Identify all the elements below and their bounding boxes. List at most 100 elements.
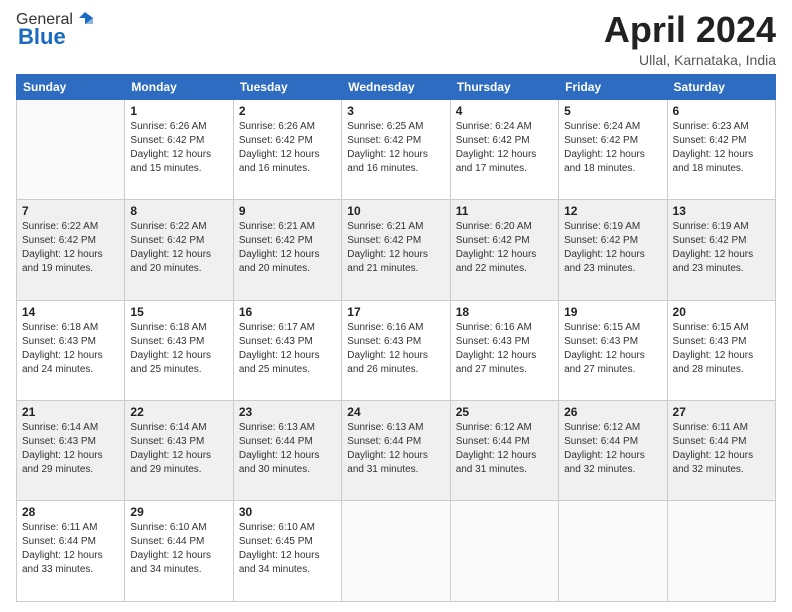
day-info: Sunrise: 6:12 AM Sunset: 6:44 PM Dayligh… (564, 421, 661, 477)
day-info: Sunrise: 6:16 AM Sunset: 6:43 PM Dayligh… (347, 321, 444, 377)
calendar-cell (17, 99, 125, 199)
day-info: Sunrise: 6:15 AM Sunset: 6:43 PM Dayligh… (564, 321, 661, 377)
day-number: 1 (130, 104, 227, 118)
calendar-cell: 15 Sunrise: 6:18 AM Sunset: 6:43 PM Dayli… (125, 300, 233, 400)
day-info: Sunrise: 6:11 AM Sunset: 6:44 PM Dayligh… (22, 521, 119, 577)
day-info: Sunrise: 6:13 AM Sunset: 6:44 PM Dayligh… (347, 421, 444, 477)
day-of-week-header: Wednesday (342, 74, 450, 99)
calendar-cell: 28 Sunrise: 6:11 AM Sunset: 6:44 PM Dayli… (17, 501, 125, 602)
day-of-week-header: Saturday (667, 74, 775, 99)
calendar-cell: 29 Sunrise: 6:10 AM Sunset: 6:44 PM Dayli… (125, 501, 233, 602)
day-info: Sunrise: 6:18 AM Sunset: 6:43 PM Dayligh… (22, 321, 119, 377)
day-number: 8 (130, 204, 227, 218)
day-number: 24 (347, 405, 444, 419)
calendar-cell: 14Sunrise: 6:18 AM Sunset: 6:43 PM Dayli… (17, 300, 125, 400)
day-of-week-header: Tuesday (233, 74, 341, 99)
day-info: Sunrise: 6:16 AM Sunset: 6:43 PM Dayligh… (456, 321, 553, 377)
calendar-cell: 27 Sunrise: 6:11 AM Sunset: 6:44 PM Dayli… (667, 401, 775, 501)
calendar-cell: 4 Sunrise: 6:24 AM Sunset: 6:42 PM Daylig… (450, 99, 558, 199)
month-title: April 2024 (604, 10, 776, 50)
logo-blue-text: Blue (18, 24, 66, 50)
calendar-cell: 6Sunrise: 6:23 AM Sunset: 6:42 PM Daylig… (667, 99, 775, 199)
day-info: Sunrise: 6:21 AM Sunset: 6:42 PM Dayligh… (347, 220, 444, 276)
day-info: Sunrise: 6:19 AM Sunset: 6:42 PM Dayligh… (564, 220, 661, 276)
day-number: 13 (673, 204, 770, 218)
day-number: 16 (239, 305, 336, 319)
logo-flag-icon (75, 10, 95, 30)
calendar-cell: 9 Sunrise: 6:21 AM Sunset: 6:42 PM Daylig… (233, 200, 341, 300)
calendar-cell: 10Sunrise: 6:21 AM Sunset: 6:42 PM Dayli… (342, 200, 450, 300)
calendar-cell: 22Sunrise: 6:14 AM Sunset: 6:43 PM Dayli… (125, 401, 233, 501)
day-number: 30 (239, 505, 336, 519)
day-number: 25 (456, 405, 553, 419)
day-number: 19 (564, 305, 661, 319)
calendar-week-row: 28 Sunrise: 6:11 AM Sunset: 6:44 PM Dayli… (17, 501, 776, 602)
day-number: 2 (239, 104, 336, 118)
calendar-cell (559, 501, 667, 602)
day-info: Sunrise: 6:23 AM Sunset: 6:42 PM Dayligh… (673, 120, 770, 176)
day-number: 21 (22, 405, 119, 419)
day-of-week-header: Sunday (17, 74, 125, 99)
day-info: Sunrise: 6:19 AM Sunset: 6:42 PM Dayligh… (673, 220, 770, 276)
day-number: 3 (347, 104, 444, 118)
calendar-cell: 12Sunrise: 6:19 AM Sunset: 6:42 PM Dayli… (559, 200, 667, 300)
day-info: Sunrise: 6:20 AM Sunset: 6:42 PM Dayligh… (456, 220, 553, 276)
calendar-week-row: 21 Sunrise: 6:14 AM Sunset: 6:43 PM Dayli… (17, 401, 776, 501)
calendar-cell: 13 Sunrise: 6:19 AM Sunset: 6:42 PM Dayli… (667, 200, 775, 300)
day-info: Sunrise: 6:18 AM Sunset: 6:43 PM Dayligh… (130, 321, 227, 377)
calendar-header-row: SundayMondayTuesdayWednesdayThursdayFrid… (17, 74, 776, 99)
day-number: 15 (130, 305, 227, 319)
calendar-cell: 11 Sunrise: 6:20 AM Sunset: 6:42 PM Dayli… (450, 200, 558, 300)
day-info: Sunrise: 6:17 AM Sunset: 6:43 PM Dayligh… (239, 321, 336, 377)
calendar-week-row: 7 Sunrise: 6:22 AM Sunset: 6:42 PM Daylig… (17, 200, 776, 300)
day-info: Sunrise: 6:22 AM Sunset: 6:42 PM Dayligh… (130, 220, 227, 276)
calendar-cell: 17 Sunrise: 6:16 AM Sunset: 6:43 PM Dayli… (342, 300, 450, 400)
calendar-cell: 23Sunrise: 6:13 AM Sunset: 6:44 PM Dayli… (233, 401, 341, 501)
logo: General Blue (16, 10, 95, 50)
day-number: 7 (22, 204, 119, 218)
calendar-cell: 3 Sunrise: 6:25 AM Sunset: 6:42 PM Daylig… (342, 99, 450, 199)
day-of-week-header: Friday (559, 74, 667, 99)
day-info: Sunrise: 6:10 AM Sunset: 6:45 PM Dayligh… (239, 521, 336, 577)
calendar-cell: 7 Sunrise: 6:22 AM Sunset: 6:42 PM Daylig… (17, 200, 125, 300)
day-number: 9 (239, 204, 336, 218)
day-number: 11 (456, 204, 553, 218)
day-number: 28 (22, 505, 119, 519)
day-number: 27 (673, 405, 770, 419)
calendar-cell: 18 Sunrise: 6:16 AM Sunset: 6:43 PM Dayli… (450, 300, 558, 400)
day-info: Sunrise: 6:26 AM Sunset: 6:42 PM Dayligh… (130, 120, 227, 176)
calendar-cell (450, 501, 558, 602)
calendar-cell (667, 501, 775, 602)
day-info: Sunrise: 6:22 AM Sunset: 6:42 PM Dayligh… (22, 220, 119, 276)
day-info: Sunrise: 6:24 AM Sunset: 6:42 PM Dayligh… (456, 120, 553, 176)
location: Ullal, Karnataka, India (604, 52, 776, 68)
day-info: Sunrise: 6:12 AM Sunset: 6:44 PM Dayligh… (456, 421, 553, 477)
day-of-week-header: Monday (125, 74, 233, 99)
day-number: 17 (347, 305, 444, 319)
calendar-week-row: 14Sunrise: 6:18 AM Sunset: 6:43 PM Dayli… (17, 300, 776, 400)
calendar-cell: 30 Sunrise: 6:10 AM Sunset: 6:45 PM Dayli… (233, 501, 341, 602)
calendar-cell: 26 Sunrise: 6:12 AM Sunset: 6:44 PM Dayli… (559, 401, 667, 501)
day-info: Sunrise: 6:14 AM Sunset: 6:43 PM Dayligh… (22, 421, 119, 477)
day-info: Sunrise: 6:10 AM Sunset: 6:44 PM Dayligh… (130, 521, 227, 577)
calendar-cell: 1 Sunrise: 6:26 AM Sunset: 6:42 PM Daylig… (125, 99, 233, 199)
day-number: 4 (456, 104, 553, 118)
day-info: Sunrise: 6:25 AM Sunset: 6:42 PM Dayligh… (347, 120, 444, 176)
day-number: 29 (130, 505, 227, 519)
page: General Blue April 2024 Ullal, Karnataka… (0, 0, 792, 612)
day-number: 26 (564, 405, 661, 419)
calendar-cell: 5Sunrise: 6:24 AM Sunset: 6:42 PM Daylig… (559, 99, 667, 199)
calendar-cell: 20Sunrise: 6:15 AM Sunset: 6:43 PM Dayli… (667, 300, 775, 400)
calendar-cell: 8 Sunrise: 6:22 AM Sunset: 6:42 PM Daylig… (125, 200, 233, 300)
day-of-week-header: Thursday (450, 74, 558, 99)
calendar-table: SundayMondayTuesdayWednesdayThursdayFrid… (16, 74, 776, 602)
day-info: Sunrise: 6:21 AM Sunset: 6:42 PM Dayligh… (239, 220, 336, 276)
calendar-cell: 2Sunrise: 6:26 AM Sunset: 6:42 PM Daylig… (233, 99, 341, 199)
header: General Blue April 2024 Ullal, Karnataka… (16, 10, 776, 68)
day-number: 18 (456, 305, 553, 319)
calendar-cell: 25 Sunrise: 6:12 AM Sunset: 6:44 PM Dayli… (450, 401, 558, 501)
day-info: Sunrise: 6:11 AM Sunset: 6:44 PM Dayligh… (673, 421, 770, 477)
calendar-cell (342, 501, 450, 602)
calendar-cell: 16 Sunrise: 6:17 AM Sunset: 6:43 PM Dayli… (233, 300, 341, 400)
day-info: Sunrise: 6:13 AM Sunset: 6:44 PM Dayligh… (239, 421, 336, 477)
